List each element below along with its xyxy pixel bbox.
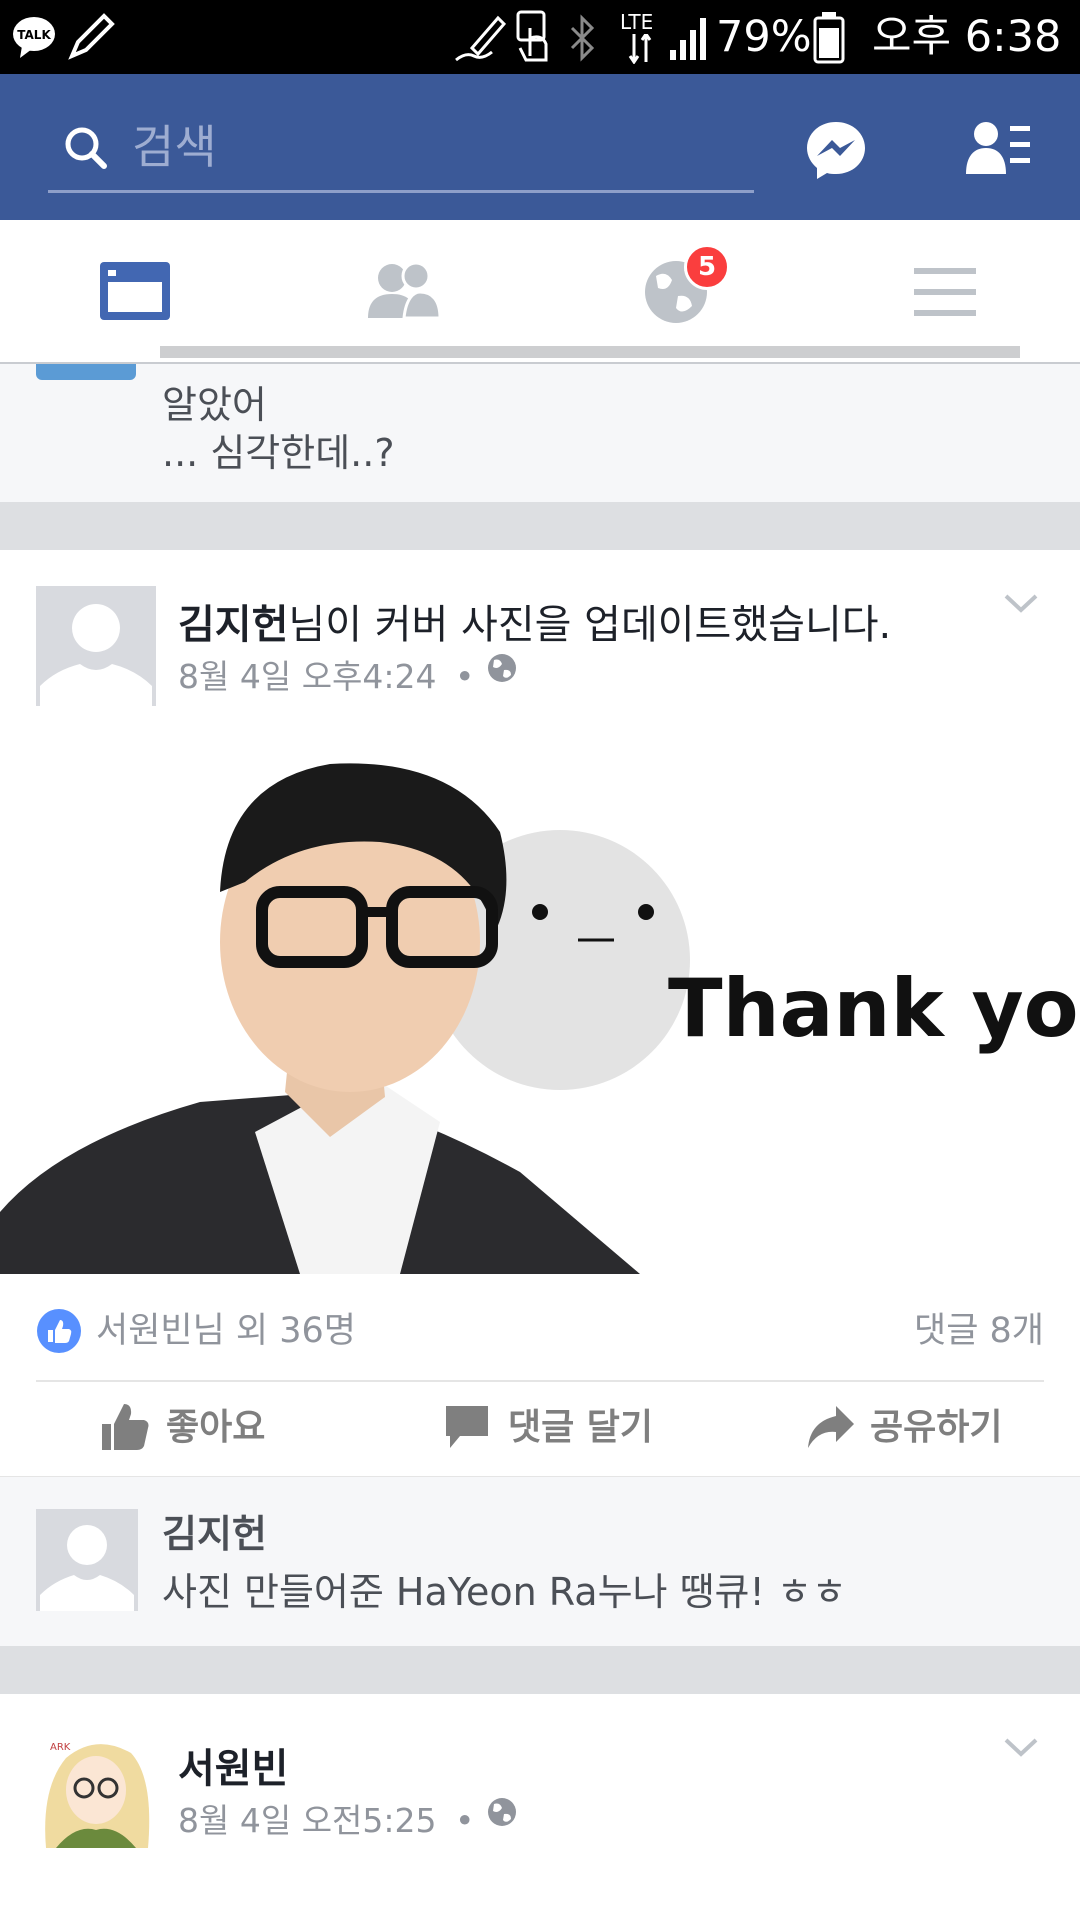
post-date[interactable]: 8월 4일 오전5:25 (178, 1801, 437, 1840)
menu-icon[interactable] (912, 264, 978, 320)
tab-bar: 5 (0, 220, 1080, 364)
comment-line: 알았어 (162, 383, 267, 427)
post-date[interactable]: 8월 4일 오후4:24 (178, 657, 437, 696)
meta-dot: • (455, 1801, 475, 1840)
comment-label: 댓글 달기 (508, 1407, 654, 1448)
like-label: 좋아요 (166, 1407, 266, 1448)
post-author[interactable]: 김지헌 (178, 602, 288, 648)
avatar (36, 364, 136, 380)
anime-avatar[interactable]: ARK (36, 1728, 156, 1848)
likes-summary[interactable]: 서원빈님 외 36명 (96, 1308, 356, 1354)
comment-line: ... 심각한데..? (162, 431, 395, 475)
status-bar: TALK LTE 79% 오후 6:38 (0, 0, 1080, 74)
clock: 오후 6:38 (872, 12, 1062, 62)
top-bar: 검색 (0, 74, 1080, 220)
thumbs-up-icon (102, 1404, 149, 1450)
feed-post: 김지헌님이 커버 사진을 업데이트했습니다. 8월 4일 오후4:24 • Th… (0, 550, 1080, 1476)
pen-icon (68, 13, 115, 60)
post-meta: 8월 4일 오전5:25 • (178, 1794, 483, 1842)
cover-photo-caption: Thank you (668, 962, 1080, 1055)
friend-requests-icon[interactable] (966, 120, 1032, 176)
cut-off-text-line (160, 346, 1020, 358)
svg-text:TALK: TALK (17, 28, 51, 42)
globe-icon (488, 1798, 516, 1826)
share-label: 공유하기 (870, 1407, 1003, 1448)
news-feed-icon[interactable] (98, 260, 172, 322)
commenter-avatar[interactable] (36, 1509, 138, 1611)
commenter-name[interactable]: 김지헌 (162, 1503, 267, 1558)
comment-text: 사진 만들어준 HaYeon Ra누나 땡큐! ㅎㅎ (162, 1570, 847, 1614)
top-comment: 김지헌 사진 만들어준 HaYeon Ra누나 땡큐! ㅎㅎ (0, 1476, 1080, 1646)
touch-icon (516, 10, 548, 62)
like-reaction-icon (37, 1309, 81, 1353)
share-arrow-icon (808, 1406, 854, 1448)
divider (36, 1380, 1044, 1382)
friends-icon[interactable] (366, 262, 442, 320)
prev-post-comment: 알았어 ... 심각한데..? (0, 346, 1080, 502)
notification-badge: 5 (684, 244, 730, 290)
profile-placeholder-avatar[interactable] (36, 586, 156, 706)
feed-separator (0, 502, 1080, 550)
kakaotalk-icon: TALK (13, 17, 55, 58)
lte-label: LTE (620, 10, 654, 34)
lte-icon (628, 34, 652, 64)
chevron-down-icon[interactable] (1002, 1736, 1040, 1760)
search-box[interactable]: 검색 (48, 94, 754, 194)
battery-percent: 79% (716, 12, 812, 62)
search-underline (48, 190, 754, 193)
messenger-icon[interactable] (804, 118, 868, 182)
comments-count[interactable]: 댓글 8개 (914, 1308, 1044, 1354)
bluetooth-icon (570, 14, 595, 62)
svg-text:ARK: ARK (50, 1742, 71, 1753)
post-author[interactable]: 서원빈 (178, 1736, 288, 1794)
battery-icon (813, 12, 845, 64)
signal-icon (670, 18, 706, 60)
post-header: 김지헌님이 커버 사진을 업데이트했습니다. (178, 592, 891, 650)
post-meta: 8월 4일 오후4:24 • (178, 650, 483, 698)
s-pen-icon (455, 15, 507, 62)
search-icon (65, 127, 107, 169)
comment-bubble-icon (446, 1406, 488, 1448)
feed-post: ARK 서원빈 8월 4일 오전5:25 • (0, 1694, 1080, 1920)
cover-photo[interactable]: Thank you (0, 742, 1080, 1274)
post-action-text: 님이 커버 사진을 업데이트했습니다. (288, 602, 892, 648)
globe-icon (488, 654, 516, 682)
meta-dot: • (455, 657, 475, 696)
chevron-down-icon[interactable] (1002, 592, 1040, 616)
feed-separator (0, 1646, 1080, 1694)
search-input[interactable]: 검색 (132, 74, 217, 220)
